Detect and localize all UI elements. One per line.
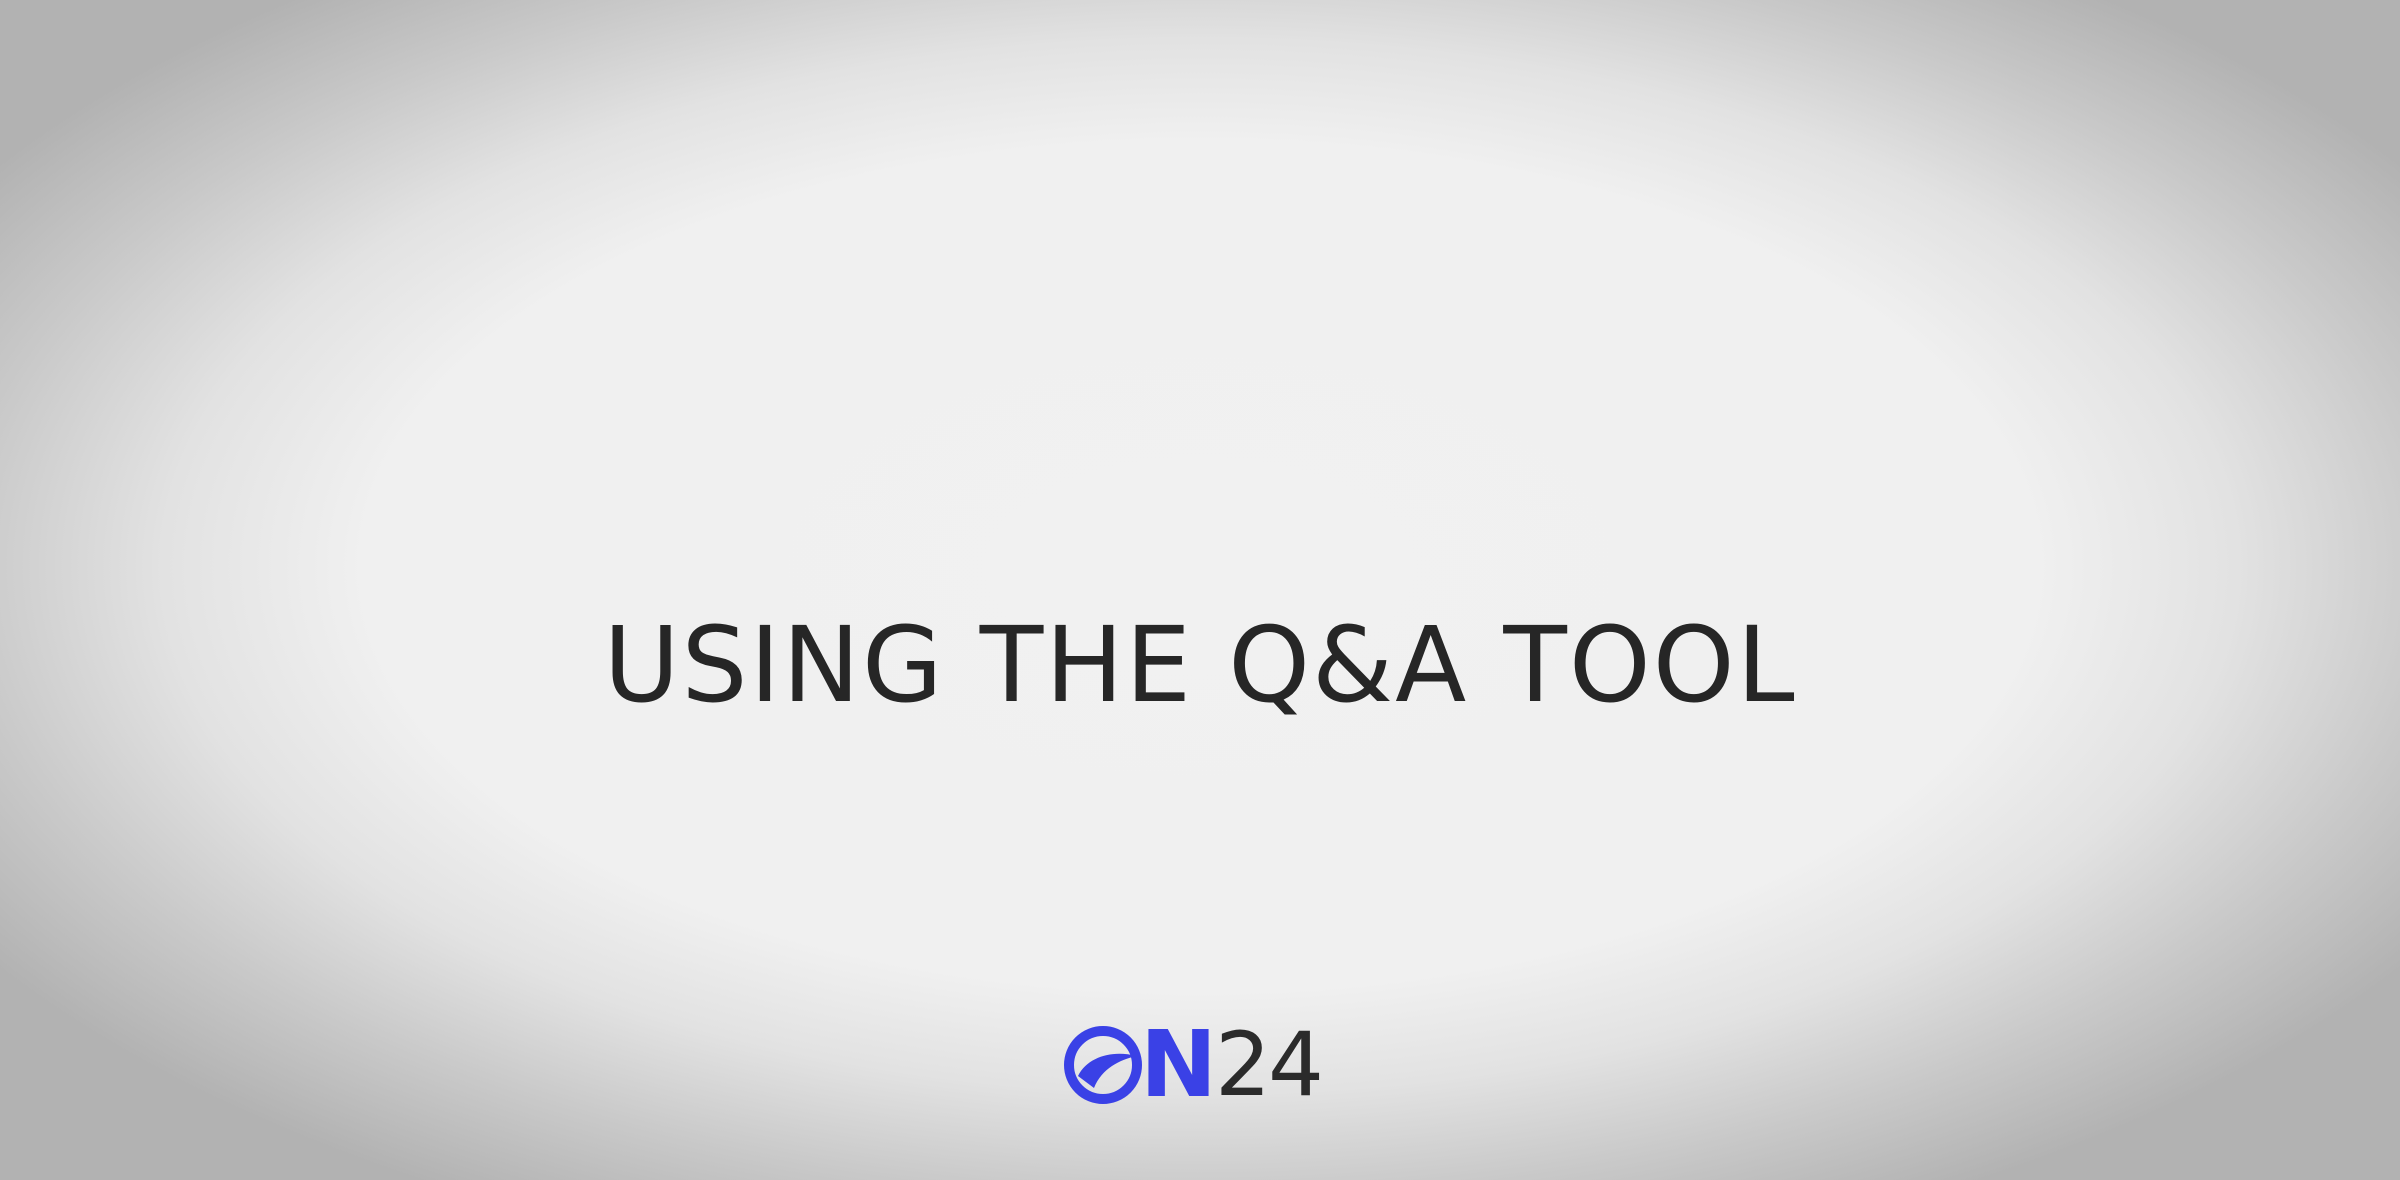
slide-title: USING THE Q&A TOOL [603, 603, 1797, 726]
title-slide: USING THE Q&A TOOL N 24 [0, 0, 2400, 1180]
logo-text-24: 24 [1215, 1013, 1324, 1116]
on24-logo: N 24 [1064, 1011, 1344, 1118]
on24-o-swoosh-icon [1064, 1026, 1142, 1104]
logo-text-n: N [1140, 1011, 1217, 1118]
